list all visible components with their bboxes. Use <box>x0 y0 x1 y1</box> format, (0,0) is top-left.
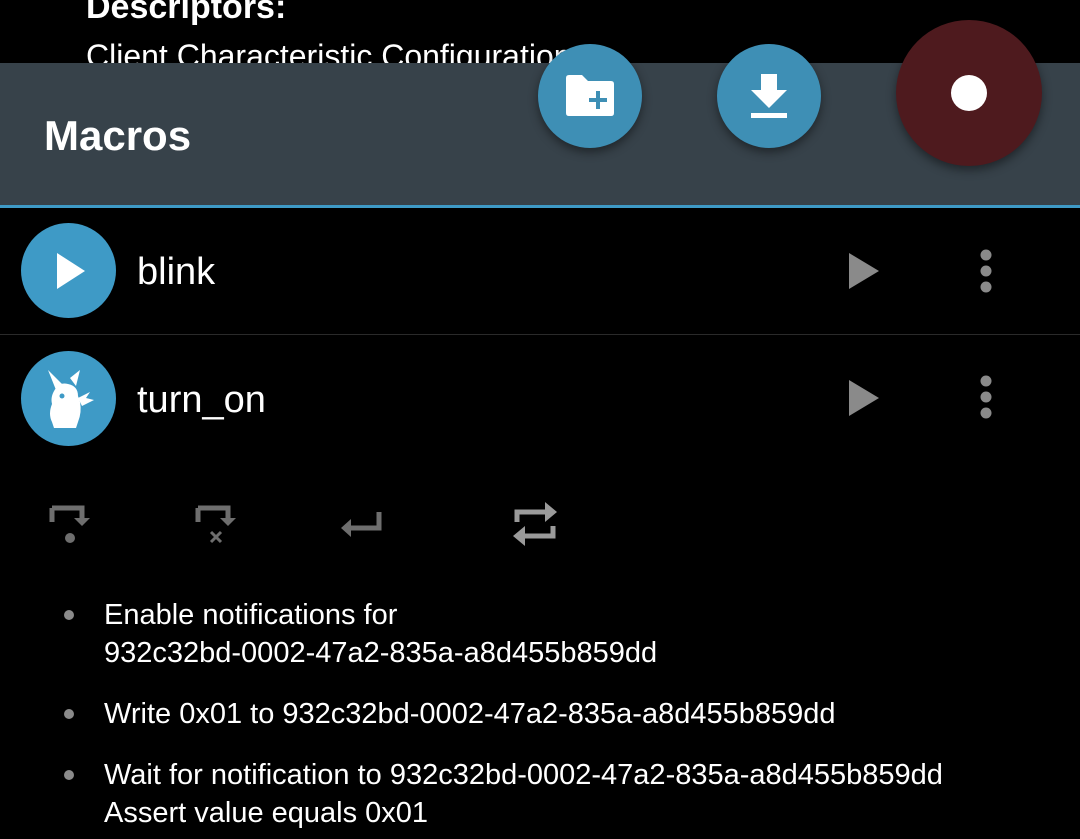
repeat-button[interactable] <box>507 496 563 552</box>
pikachu-icon <box>47 369 94 428</box>
wrap-cancel-button[interactable] <box>190 496 246 552</box>
return-button[interactable] <box>333 496 389 552</box>
page-title: Macros <box>44 112 192 159</box>
create-folder-button[interactable] <box>538 44 642 148</box>
return-icon <box>341 512 382 537</box>
operation-text: 932c32bd-0002-47a2-835a-a8d455b859dd <box>104 637 658 669</box>
more-options-button[interactable] <box>962 241 1010 301</box>
bullet <box>64 610 74 620</box>
play-arrow-icon <box>849 253 879 289</box>
download-icon <box>751 74 787 118</box>
record-icon <box>951 75 987 111</box>
macro-row-turn-on[interactable]: turn_on <box>0 335 1080 463</box>
bullet <box>64 709 74 719</box>
wrap-cancel-icon <box>195 505 236 544</box>
macro-avatar <box>21 223 116 318</box>
operation-text: Write 0x01 to 932c32bd-0002-47a2-835a-a8… <box>104 698 836 730</box>
record-button[interactable] <box>896 20 1042 166</box>
operation-text: Wait for notification to 932c32bd-0002-4… <box>104 759 943 791</box>
more-vert-icon <box>980 249 992 293</box>
macro-name: turn_on <box>137 379 266 421</box>
descriptors-label: Descriptors: <box>86 0 287 26</box>
wrap-next-button[interactable] <box>44 496 100 552</box>
macro-avatar <box>21 351 116 446</box>
more-options-button[interactable] <box>962 367 1010 427</box>
run-macro-button[interactable] <box>840 374 888 422</box>
operation-text: Assert value equals 0x01 <box>104 797 429 829</box>
macro-row-blink[interactable]: blink <box>0 208 1080 334</box>
download-button[interactable] <box>717 44 821 148</box>
macro-name: blink <box>137 251 216 293</box>
play-arrow-icon <box>849 380 879 416</box>
operation-text: Enable notifications for <box>104 599 398 631</box>
bullet <box>64 770 74 780</box>
create-folder-icon <box>566 75 614 116</box>
macros-screen: Descriptors: Client Characteristic Confi… <box>0 0 1080 839</box>
more-vert-icon <box>980 375 992 419</box>
run-macro-button[interactable] <box>840 247 888 295</box>
wrap-next-icon <box>49 505 90 543</box>
repeat-icon <box>513 502 557 546</box>
play-icon <box>56 252 85 289</box>
